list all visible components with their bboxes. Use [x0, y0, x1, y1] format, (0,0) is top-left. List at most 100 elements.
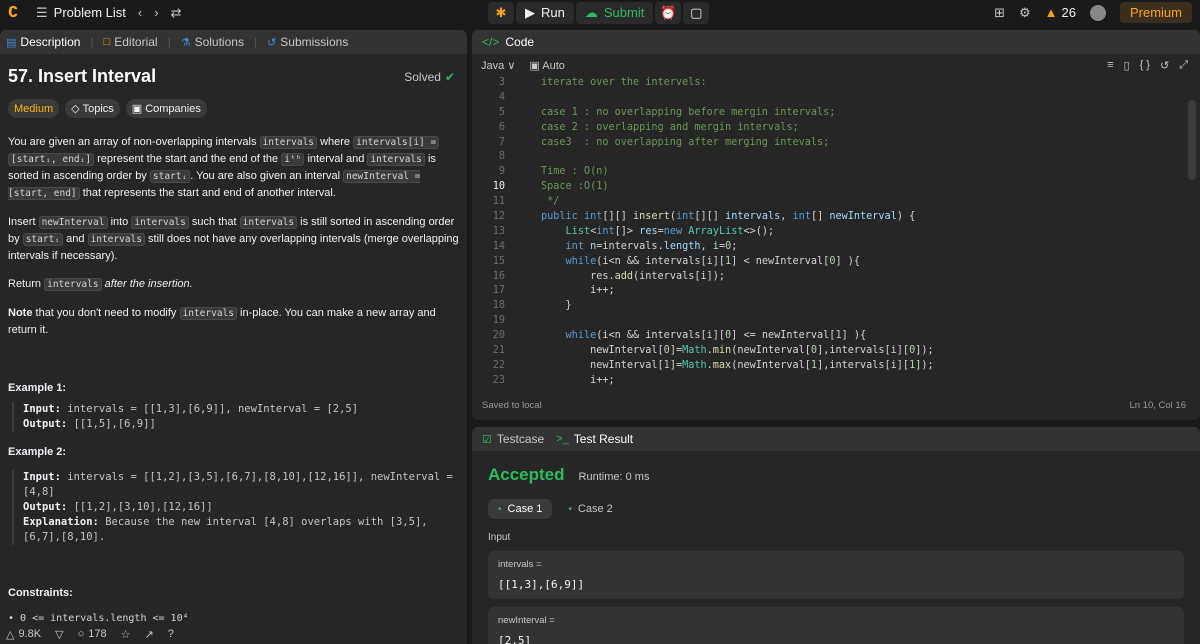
code-line: 12 public int[][] insert(int[][] interval… — [492, 211, 916, 223]
code-line: 11 */ — [492, 196, 560, 208]
code-area[interactable]: 3 iterate over the intervels: 4 5 case 1 :… — [472, 76, 1200, 406]
tab-divider: | — [90, 35, 94, 49]
thumbs-up-icon: △ — [6, 628, 15, 641]
case-1-tab[interactable]: • Case 1 — [488, 499, 553, 519]
explanation-value: Because the new interval [4,8] overlaps … — [105, 516, 428, 528]
inline-code: startᵢ — [149, 170, 191, 183]
timer-button[interactable]: ⏰ — [655, 1, 682, 24]
tab-description[interactable]: ▤ Description — [6, 35, 80, 49]
example-2-explanation: Explanation: Because the new interval [4… — [23, 515, 459, 530]
input-label: Input: — [23, 471, 61, 483]
constraint-text: 0 <= intervals.length <= 10⁴ — [20, 613, 189, 624]
chevron-down-icon: ∨ — [507, 59, 516, 72]
code-line: 6 case 2 : overlapping and mergin interva… — [498, 121, 799, 133]
inline-code: [startᵢ, endᵢ] — [8, 153, 95, 166]
code-line: 7 case3 : no overlapping after merging in… — [498, 136, 830, 148]
help-icon: ? — [167, 628, 174, 640]
description-tabs: ▤ Description | □ Editorial | ⚗ Solution… — [0, 30, 467, 54]
expand-icon[interactable]: ⤢ — [1179, 59, 1188, 72]
avatar[interactable] — [1089, 4, 1106, 21]
problem-title[interactable]: 57. Insert Interval — [8, 66, 156, 87]
code-editor-panel: </> Code Java ∨ ▣ Auto ≡ ▯ { } ↺ ⤢ 3 iter… — [472, 30, 1200, 420]
description-panel: ▤ Description | □ Editorial | ⚗ Solution… — [0, 30, 467, 644]
reset-icon[interactable]: ↺ — [1160, 59, 1169, 72]
chevron-right-icon[interactable]: › — [154, 5, 158, 20]
streak-count: 26 — [1061, 5, 1076, 20]
checkbox-icon: ☑ — [482, 433, 492, 446]
streak-counter[interactable]: ▲ 26 — [1045, 5, 1076, 20]
tab-test-result[interactable]: >_ Test Result — [556, 432, 633, 446]
run-label: Run — [541, 5, 565, 20]
star-icon: ☆ — [120, 628, 131, 641]
submit-button[interactable]: ☁ Submit — [575, 1, 654, 24]
tab-submissions[interactable]: ↺ Submissions — [267, 35, 348, 49]
like-count: 9.8K — [18, 628, 42, 640]
description-paragraph-1: You are given an array of non-overlappin… — [8, 134, 459, 202]
problem-description: You are given an array of non-overlappin… — [0, 134, 467, 338]
inline-code: intervals — [179, 307, 237, 320]
shuffle-icon[interactable]: ⇄ — [171, 5, 182, 21]
list-icon: ☰ — [36, 4, 48, 20]
editor-header: </> Code — [472, 30, 1200, 54]
favorite-button[interactable]: ☆ — [121, 628, 131, 641]
gear-icon[interactable]: ⚙ — [1019, 5, 1031, 21]
language-select[interactable]: Java ∨ — [481, 59, 515, 72]
problem-list-button[interactable]: ☰ Problem List — [36, 5, 126, 21]
code-line: 13 List<int[]> res=new ArrayList<>(); — [492, 225, 775, 237]
run-button[interactable]: ▶ Run — [516, 1, 574, 24]
bookmark-icon[interactable]: ▯ — [1124, 59, 1130, 72]
debug-button[interactable]: ✱ — [488, 1, 514, 24]
code-icon: </> — [482, 35, 500, 49]
tab-submissions-label: Submissions — [280, 35, 349, 49]
param-value: [[1,3],[6,9]] — [498, 578, 585, 591]
braces-icon[interactable]: { } — [1140, 59, 1150, 71]
comments-button[interactable]: ○ 178 — [78, 628, 107, 640]
inline-code: intervals[i] = — [353, 136, 440, 149]
problem-list-label: Problem List — [53, 5, 126, 20]
code-line: 19 — [492, 315, 505, 327]
logo-icon[interactable]: ∁ — [8, 4, 24, 21]
code-line: 22 newInterval[1]=Math.max(newInterval[1… — [492, 359, 934, 371]
editor-title: Code — [505, 35, 535, 49]
desc-text: represent the start and the end of the — [97, 153, 279, 165]
share-button[interactable]: ↗ — [144, 628, 153, 641]
dislike-button[interactable]: ▽ — [55, 628, 63, 641]
layout-icon[interactable]: ⊞ — [994, 5, 1005, 21]
desc-text: that you don't need to modify — [35, 307, 177, 319]
editor-scrollbar[interactable] — [1188, 100, 1196, 180]
code-line: 9 Time : O(n) — [498, 166, 609, 178]
premium-button[interactable]: Premium — [1119, 2, 1192, 23]
chevron-left-icon[interactable]: ‹ — [138, 5, 142, 20]
like-button[interactable]: △ 9.8K — [6, 628, 41, 641]
tab-solutions-label: Solutions — [194, 35, 244, 49]
upload-icon: ☁ — [584, 4, 598, 20]
notes-button[interactable]: ▢ — [683, 1, 710, 24]
param-box-intervals: intervals = [[1,3],[6,9]] — [488, 551, 1184, 599]
submit-label: Submit — [603, 5, 645, 20]
companies-chip[interactable]: ▣ Companies — [125, 99, 207, 118]
results-panel: ☑ Testcase >_ Test Result Accepted Runti… — [472, 427, 1200, 644]
verdict: Accepted — [488, 465, 565, 484]
top-bar-left: ∁ ☰ Problem List ‹ › ⇄ — [0, 4, 182, 21]
example-2-input: Input: intervals = [[1,2],[3,5],[6,7],[8… — [23, 470, 459, 485]
format-icon[interactable]: ≡ — [1107, 59, 1113, 71]
inline-code: newInterval — [38, 216, 108, 229]
code-line: 14 int n=intervals.length, i=0; — [492, 240, 738, 252]
desc-text: after the insertion. — [104, 278, 193, 290]
pass-dot-icon: • — [568, 503, 572, 515]
desc-text: where — [320, 136, 351, 148]
topics-chip[interactable]: ◇ Topics — [65, 99, 120, 118]
example-1-title: Example 1: — [8, 382, 67, 394]
case-2-tab[interactable]: • Case 2 — [558, 499, 622, 519]
tab-testcase[interactable]: ☑ Testcase — [482, 432, 544, 446]
testcase-label: Testcase — [496, 432, 545, 446]
auto-mode[interactable]: ▣ Auto — [529, 59, 565, 72]
tab-editorial[interactable]: □ Editorial — [104, 35, 158, 49]
share-icon: ↗ — [144, 628, 154, 641]
help-button[interactable]: ? — [168, 628, 174, 640]
topics-label: Topics — [82, 102, 114, 115]
inline-code: intervals — [44, 278, 102, 291]
desc-text: You are given an array of non-overlappin… — [8, 136, 257, 148]
tab-solutions[interactable]: ⚗ Solutions — [181, 35, 244, 49]
comment-count: 178 — [88, 628, 107, 640]
